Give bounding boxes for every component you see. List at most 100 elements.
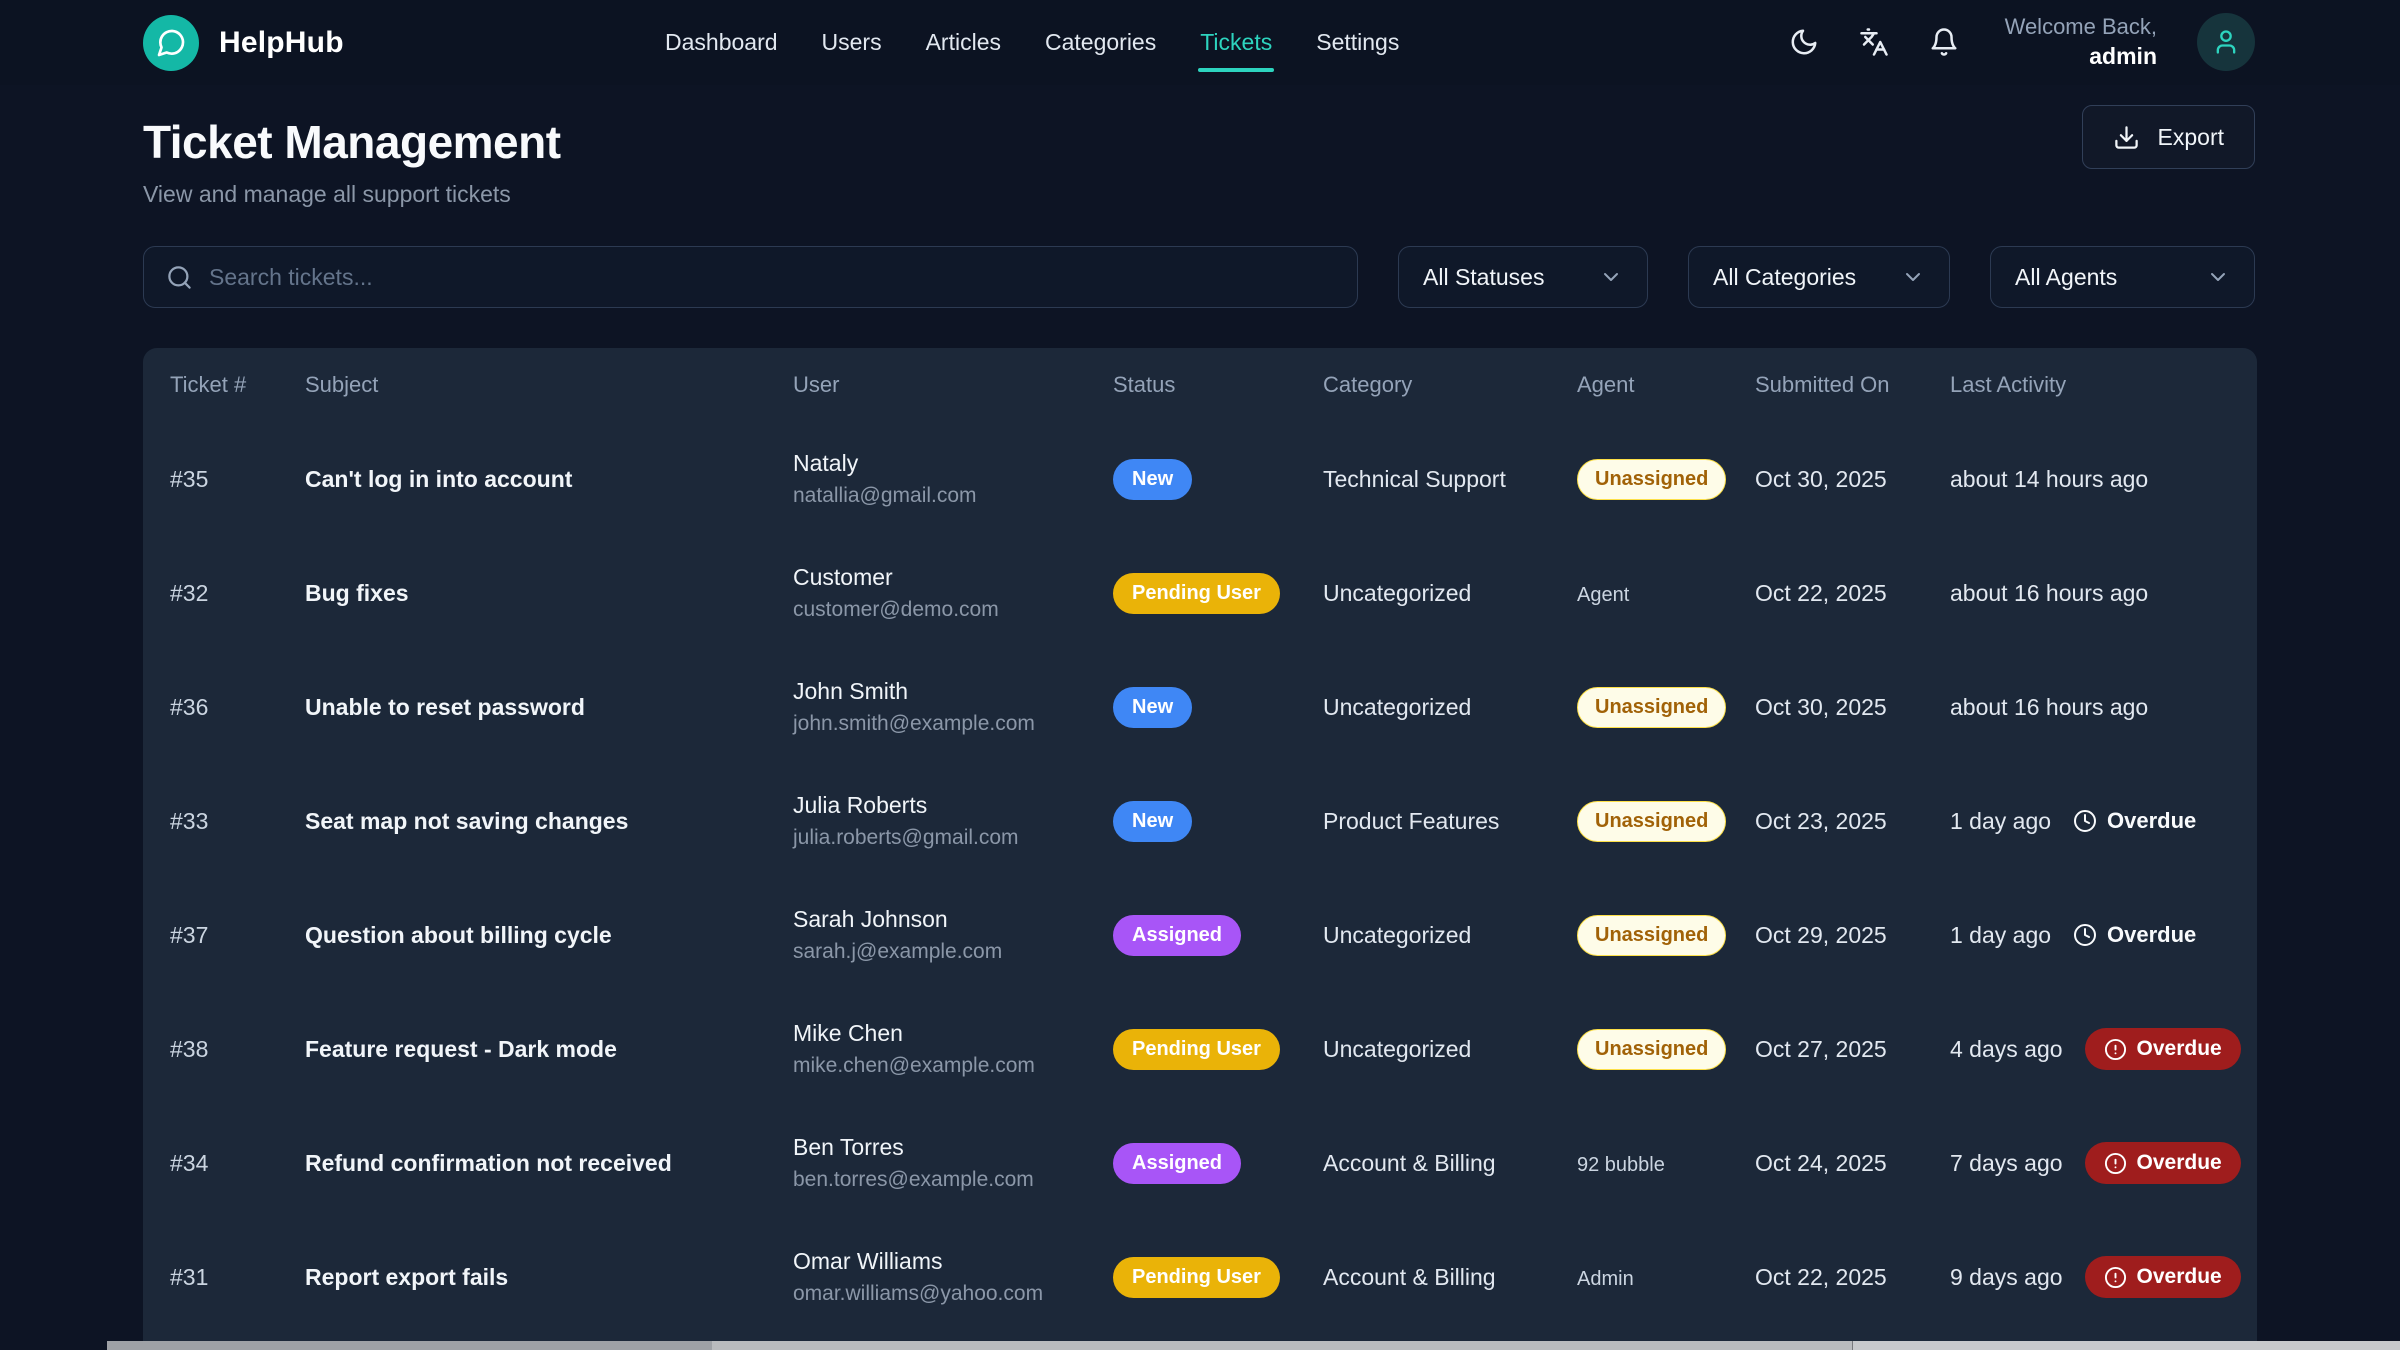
ticket-subject: Bug fixes xyxy=(305,580,793,607)
user-name: Mike Chen xyxy=(793,1020,1113,1047)
table-row[interactable]: #36 Unable to reset password John Smith … xyxy=(143,650,2257,764)
export-button[interactable]: Export xyxy=(2082,105,2255,169)
status-cell: Assigned xyxy=(1113,1143,1323,1184)
overdue-indicator: Overdue xyxy=(2073,808,2196,834)
category-filter-dropdown[interactable]: All Categories xyxy=(1688,246,1950,308)
agent-badge: Unassigned xyxy=(1577,915,1726,956)
avatar[interactable] xyxy=(2197,13,2255,71)
nav-item-settings[interactable]: Settings xyxy=(1316,29,1399,56)
agent-badge: Unassigned xyxy=(1577,459,1726,500)
activity-time: 1 day ago xyxy=(1950,808,2051,835)
scrollbar-thumb[interactable] xyxy=(712,1341,1853,1350)
status-cell: Pending User xyxy=(1113,573,1323,614)
overdue-badge: Overdue xyxy=(2085,1028,2241,1070)
user-icon xyxy=(2212,28,2240,56)
nav-item-tickets[interactable]: Tickets xyxy=(1200,29,1272,56)
submitted-date: Oct 30, 2025 xyxy=(1755,466,1950,493)
ticket-category: Account & Billing xyxy=(1323,1264,1577,1291)
table-row[interactable]: #33 Seat map not saving changes Julia Ro… xyxy=(143,764,2257,878)
activity-time: 9 days ago xyxy=(1950,1264,2063,1291)
status-cell: New xyxy=(1113,459,1323,500)
nav-item-dashboard[interactable]: Dashboard xyxy=(665,29,778,56)
submitted-date: Oct 30, 2025 xyxy=(1755,694,1950,721)
user-email: ben.torres@example.com xyxy=(793,1168,1113,1192)
status-badge: New xyxy=(1113,687,1192,728)
nav-item-articles[interactable]: Articles xyxy=(926,29,1001,56)
col-submitted: Submitted On xyxy=(1755,372,1950,398)
nav-item-categories[interactable]: Categories xyxy=(1045,29,1156,56)
ticket-user: Omar Williams omar.williams@yahoo.com xyxy=(793,1248,1113,1306)
ticket-category: Account & Billing xyxy=(1323,1150,1577,1177)
agent-name: Agent xyxy=(1577,584,1629,606)
activity-cell: about 14 hours ago xyxy=(1950,466,2230,493)
agent-badge: Unassigned xyxy=(1577,687,1726,728)
ticket-user: Ben Torres ben.torres@example.com xyxy=(793,1134,1113,1192)
status-cell: Assigned xyxy=(1113,915,1323,956)
topbar-actions: Welcome Back, admin xyxy=(1789,13,2255,71)
ticket-id: #38 xyxy=(170,1036,305,1063)
topbar: HelpHub Dashboard Users Articles Categor… xyxy=(0,0,2400,85)
ticket-id: #36 xyxy=(170,694,305,721)
ticket-subject: Question about billing cycle xyxy=(305,922,793,949)
bell-icon[interactable] xyxy=(1929,27,1959,57)
scrollbar-segment xyxy=(107,1341,712,1350)
status-badge: New xyxy=(1113,459,1192,500)
activity-time: about 16 hours ago xyxy=(1950,694,2148,721)
moon-icon[interactable] xyxy=(1789,27,1819,57)
search-box xyxy=(143,246,1358,308)
user-email: natallia@gmail.com xyxy=(793,484,1113,508)
nav-item-users[interactable]: Users xyxy=(822,29,882,56)
tickets-table: Ticket # Subject User Status Category Ag… xyxy=(143,348,2257,1350)
overdue-badge: Overdue xyxy=(2085,1256,2241,1298)
horizontal-scrollbar[interactable] xyxy=(107,1341,2400,1350)
table-row[interactable]: #32 Bug fixes Customer customer@demo.com… xyxy=(143,536,2257,650)
overdue-pill-label: Overdue xyxy=(2137,1265,2222,1289)
user-name: Customer xyxy=(793,564,1113,591)
table-row[interactable]: #38 Feature request - Dark mode Mike Che… xyxy=(143,992,2257,1106)
agent-cell: Admin xyxy=(1577,1264,1755,1291)
activity-time: 4 days ago xyxy=(1950,1036,2063,1063)
agent-name: Admin xyxy=(1577,1268,1634,1290)
activity-cell: about 16 hours ago xyxy=(1950,580,2230,607)
activity-time: 7 days ago xyxy=(1950,1150,2063,1177)
user-email: julia.roberts@gmail.com xyxy=(793,826,1113,850)
welcome-username: admin xyxy=(2005,42,2157,72)
ticket-subject: Feature request - Dark mode xyxy=(305,1036,793,1063)
filters-bar: All Statuses All Categories All Agents xyxy=(0,246,2400,308)
table-row[interactable]: #31 Report export fails Omar Williams om… xyxy=(143,1220,2257,1334)
status-cell: Pending User xyxy=(1113,1257,1323,1298)
status-badge: Pending User xyxy=(1113,573,1280,614)
agent-cell: Unassigned xyxy=(1577,801,1755,842)
col-status: Status xyxy=(1113,372,1323,398)
table-row[interactable]: #34 Refund confirmation not received Ben… xyxy=(143,1106,2257,1220)
clock-icon xyxy=(2073,809,2097,833)
col-agent: Agent xyxy=(1577,372,1755,398)
ticket-id: #31 xyxy=(170,1264,305,1291)
user-email: customer@demo.com xyxy=(793,598,1113,622)
agent-filter-dropdown[interactable]: All Agents xyxy=(1990,246,2255,308)
page-title: Ticket Management xyxy=(143,115,2255,169)
table-row[interactable]: #37 Question about billing cycle Sarah J… xyxy=(143,878,2257,992)
submitted-date: Oct 24, 2025 xyxy=(1755,1150,1950,1177)
ticket-category: Uncategorized xyxy=(1323,922,1577,949)
agent-cell: 92 bubble xyxy=(1577,1150,1755,1177)
table-row[interactable]: #35 Can't log in into account Nataly nat… xyxy=(143,422,2257,536)
submitted-date: Oct 22, 2025 xyxy=(1755,1264,1950,1291)
export-label: Export xyxy=(2158,124,2224,151)
overdue-badge: Overdue xyxy=(2085,1142,2241,1184)
chat-bubble-icon xyxy=(155,27,187,59)
main-nav: Dashboard Users Articles Categories Tick… xyxy=(665,0,1399,85)
ticket-user: John Smith john.smith@example.com xyxy=(793,678,1113,736)
chevron-down-icon xyxy=(2206,265,2230,289)
ticket-category: Uncategorized xyxy=(1323,694,1577,721)
welcome-text: Welcome Back, admin xyxy=(2005,13,2157,71)
status-filter-dropdown[interactable]: All Statuses xyxy=(1398,246,1648,308)
search-input[interactable] xyxy=(209,264,1335,291)
brand[interactable]: HelpHub xyxy=(143,15,344,71)
ticket-id: #33 xyxy=(170,808,305,835)
table-body: #35 Can't log in into account Nataly nat… xyxy=(143,422,2257,1334)
languages-icon[interactable] xyxy=(1859,27,1889,57)
ticket-subject: Report export fails xyxy=(305,1264,793,1291)
overdue-indicator: Overdue xyxy=(2073,922,2196,948)
ticket-category: Technical Support xyxy=(1323,466,1577,493)
